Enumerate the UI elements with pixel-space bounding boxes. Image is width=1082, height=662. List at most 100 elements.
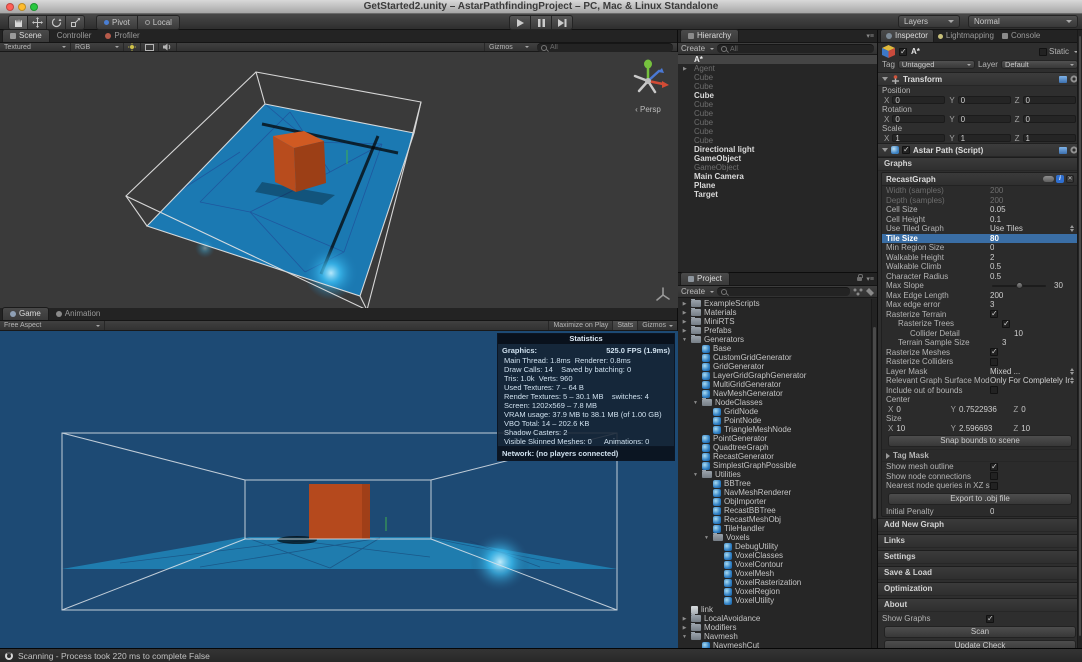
project-create-button[interactable]: Create: [681, 287, 714, 296]
section-links[interactable]: Links: [878, 534, 1082, 548]
tab-game[interactable]: Game: [2, 307, 49, 320]
scene-gizmos-dropdown[interactable]: Gizmos: [484, 43, 533, 51]
z-value-field[interactable]: 0: [1023, 115, 1076, 123]
update-check-button[interactable]: Update Check: [884, 640, 1076, 649]
render-mode-dropdown[interactable]: Textured: [0, 43, 71, 51]
help-book-icon[interactable]: [1059, 147, 1067, 154]
layer-dropdown[interactable]: Default: [1001, 60, 1078, 69]
tab-console[interactable]: Console: [998, 30, 1044, 42]
project-item[interactable]: ▼Navmesh: [678, 632, 871, 641]
enum-popup-icon[interactable]: [1070, 377, 1074, 384]
snap-bounds-to-scene-button[interactable]: Snap bounds to scene: [888, 435, 1072, 447]
inspector-scrollbar-thumb[interactable]: [1079, 36, 1081, 635]
project-scrollbar-thumb[interactable]: [873, 327, 876, 519]
tab-hierarchy[interactable]: Hierarchy: [680, 29, 739, 42]
hierarchy-item[interactable]: A*: [678, 55, 877, 64]
foldout-arrow-icon[interactable]: ▼: [703, 535, 710, 541]
section-about[interactable]: About: [878, 598, 1082, 612]
setting-value[interactable]: 10: [1014, 329, 1023, 338]
setting-value[interactable]: 0.1: [990, 215, 1001, 224]
setting-value[interactable]: 200: [990, 186, 1003, 195]
setting-checkbox[interactable]: [990, 386, 998, 394]
setting-value[interactable]: 3: [990, 300, 994, 309]
project-item[interactable]: CustomGridGenerator: [678, 353, 871, 362]
project-item[interactable]: ▼NodeClasses: [678, 398, 871, 407]
project-item[interactable]: ▼Utilities: [678, 470, 871, 479]
setting-value[interactable]: 30: [1054, 281, 1063, 290]
project-item[interactable]: TriangleMeshNode: [678, 425, 871, 434]
z-value[interactable]: 0: [1021, 405, 1025, 414]
setting-value[interactable]: 200: [990, 291, 1003, 300]
maximize-on-play-button[interactable]: Maximize on Play: [548, 321, 612, 330]
scene-overlay-toggle[interactable]: [141, 43, 159, 51]
project-item[interactable]: ▶MiniRTS: [678, 317, 871, 326]
static-toggle[interactable]: Static: [1039, 47, 1078, 56]
setting-row[interactable]: Use Tiled GraphUse Tiles: [882, 224, 1078, 234]
setting-row[interactable]: Nearest node queries in XZ sp: [882, 481, 1078, 491]
layout-dropdown[interactable]: Normal: [968, 15, 1078, 28]
x-value-field[interactable]: 0: [892, 115, 945, 123]
setting-checkbox[interactable]: [990, 463, 998, 471]
z-value-field[interactable]: 1: [1023, 134, 1076, 142]
setting-checkbox[interactable]: [990, 482, 998, 490]
setting-row[interactable]: Max Edge Length200: [882, 291, 1078, 301]
setting-value[interactable]: Only For Completely Insic: [990, 376, 1070, 385]
hierarchy-create-button[interactable]: Create: [681, 44, 714, 53]
scale-tool-button[interactable]: [66, 15, 85, 30]
x-value[interactable]: 0: [896, 405, 900, 414]
project-item[interactable]: NavmeshCut: [678, 641, 871, 648]
enum-popup-icon[interactable]: [1070, 225, 1074, 232]
project-item[interactable]: RecastGenerator: [678, 452, 871, 461]
hierarchy-item[interactable]: Cube: [678, 82, 877, 91]
project-item[interactable]: VoxelClasses: [678, 551, 871, 560]
hierarchy-item[interactable]: Cube: [678, 73, 877, 82]
setting-row[interactable]: Walkable Climb0.5: [882, 262, 1078, 272]
scan-button[interactable]: Scan: [884, 626, 1076, 638]
scene-lighting-toggle[interactable]: [124, 43, 141, 51]
setting-row[interactable]: Character Radius0.5: [882, 272, 1078, 282]
tab-scene[interactable]: Scene: [2, 29, 50, 42]
delete-graph-icon[interactable]: ✕: [1066, 175, 1074, 183]
project-item[interactable]: Base: [678, 344, 871, 353]
tag-mask-foldout[interactable]: Tag Mask: [882, 449, 1078, 462]
project-item[interactable]: ▶LocalAvoidance: [678, 614, 871, 623]
hierarchy-item[interactable]: ▶Agent: [678, 64, 877, 73]
gameobject-active-checkbox[interactable]: [899, 48, 907, 56]
foldout-arrow-icon[interactable]: ▶: [681, 310, 688, 316]
project-item[interactable]: LayerGridGraphGenerator: [678, 371, 871, 380]
section-settings[interactable]: Settings: [878, 550, 1082, 564]
tag-dropdown[interactable]: Untagged: [898, 60, 975, 69]
tab-animation[interactable]: Animation: [49, 308, 108, 320]
foldout-arrow-icon[interactable]: ▼: [692, 472, 699, 478]
slider-thumb[interactable]: [1016, 282, 1023, 289]
panel-menu-icon[interactable]: ▾≡: [866, 275, 874, 283]
foldout-arrow-icon[interactable]: [882, 77, 888, 81]
info-icon[interactable]: i: [1056, 175, 1064, 183]
hierarchy-item[interactable]: Cube: [678, 127, 877, 136]
game-viewport[interactable]: Statistics Graphics: 525.0 FPS (1.9ms) M…: [0, 331, 678, 648]
project-item[interactable]: VoxelContour: [678, 560, 871, 569]
setting-checkbox[interactable]: [990, 348, 998, 356]
pause-button[interactable]: [531, 15, 552, 30]
scene-viewport-3d[interactable]: ‹ Persp: [0, 52, 678, 308]
game-gizmos-dropdown[interactable]: Gizmos: [637, 321, 677, 330]
project-search-input[interactable]: [717, 287, 850, 296]
static-checkbox[interactable]: [1039, 48, 1047, 56]
setting-value[interactable]: 0: [990, 507, 994, 516]
orientation-mode-label[interactable]: ‹ Persp: [624, 105, 672, 114]
setting-checkbox[interactable]: [1002, 320, 1010, 328]
setting-row[interactable]: Min Region Size0: [882, 243, 1078, 253]
search-by-label-icon[interactable]: [866, 288, 874, 296]
graphs-section-header[interactable]: Graphs: [878, 157, 1082, 171]
gameobject-name[interactable]: A*: [911, 47, 920, 56]
layers-dropdown[interactable]: Layers: [898, 15, 960, 28]
project-item[interactable]: BBTree: [678, 479, 871, 488]
add-new-graph-button[interactable]: Add New Graph: [878, 518, 1082, 532]
hierarchy-item[interactable]: Main Camera: [678, 172, 877, 181]
pivot-toggle-button[interactable]: Pivot: [96, 15, 138, 30]
project-scrollbar[interactable]: [871, 299, 877, 648]
project-item[interactable]: RecastMeshObj: [678, 515, 871, 524]
project-item[interactable]: QuadtreeGraph: [678, 443, 871, 452]
hierarchy-item[interactable]: Cube: [678, 136, 877, 145]
foldout-arrow-icon[interactable]: ▶: [681, 625, 688, 631]
